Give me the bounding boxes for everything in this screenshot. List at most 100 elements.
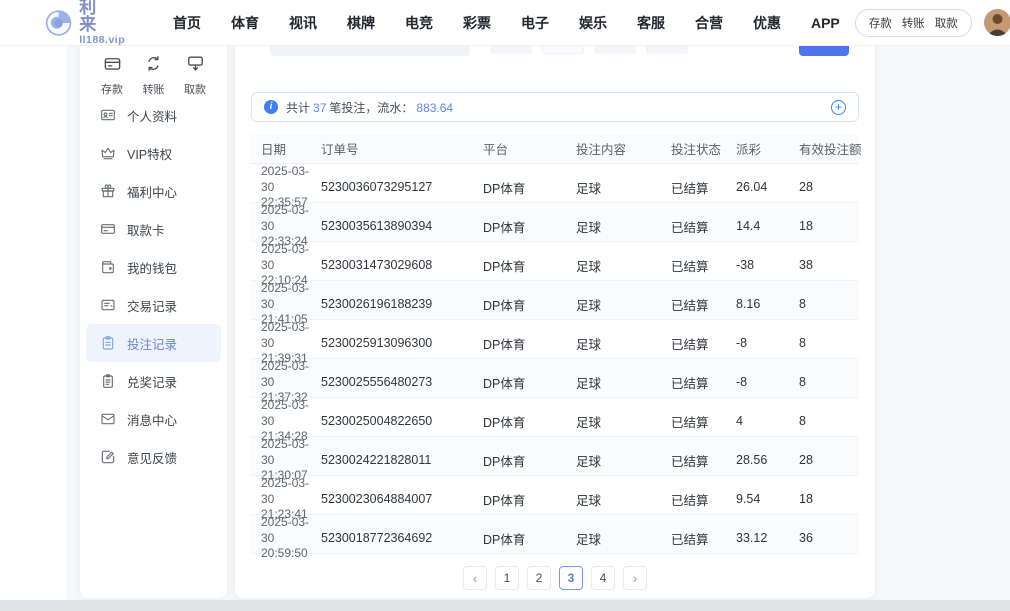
logo-title: 利 来 bbox=[79, 0, 130, 33]
column-header: 投注状态 bbox=[671, 139, 736, 158]
cell-platform: DP体育 bbox=[483, 451, 576, 470]
nav-item[interactable]: 优惠 bbox=[738, 13, 796, 33]
turnover-amount: 883.64 bbox=[413, 101, 456, 115]
pagination-prev[interactable]: ‹ bbox=[463, 566, 487, 590]
pagination-page-4[interactable]: 4 bbox=[591, 566, 615, 590]
content-area: 存款转账取款 个人资料VIP特权福利中心取款卡我的钱包交易记录投注记录兑奖记录消… bbox=[0, 46, 1010, 600]
cell-payout: 4 bbox=[736, 414, 799, 428]
sidebar-item-gift[interactable]: 福利中心 bbox=[86, 172, 221, 210]
idcard-icon bbox=[100, 107, 116, 123]
wallet-action[interactable]: 存款 bbox=[869, 15, 892, 31]
sidebar-item-feedback[interactable]: 意见反馈 bbox=[86, 438, 221, 476]
cell-platform: DP体育 bbox=[483, 217, 576, 236]
sidebar-item-label: 我的钱包 bbox=[127, 258, 177, 277]
expand-plus-icon[interactable]: + bbox=[831, 100, 846, 115]
cell-content: 足球 bbox=[576, 412, 671, 431]
top-header: 利 来 ll188.vip 首页体育视讯棋牌电竞彩票电子娱乐客服合营优惠APP … bbox=[0, 0, 1010, 46]
nav-item[interactable]: 合营 bbox=[680, 13, 738, 33]
nav-item[interactable]: 首页 bbox=[158, 13, 216, 33]
sidebar-item-transaction-record[interactable]: 交易记录 bbox=[86, 286, 221, 324]
cell-date: 2025-03-3020:59:50 bbox=[251, 515, 321, 562]
cell-content: 足球 bbox=[576, 529, 671, 548]
quick-action[interactable]: 取款 bbox=[180, 54, 210, 92]
avatar[interactable] bbox=[984, 9, 1010, 36]
cell-status: 已结算 bbox=[671, 295, 736, 314]
nav-item[interactable]: 彩票 bbox=[448, 13, 506, 33]
query-button[interactable] bbox=[799, 46, 849, 56]
sidebar-item-bet-record[interactable]: 投注记录 bbox=[86, 324, 221, 362]
cell-valid-bet: 18 bbox=[799, 492, 859, 506]
sidebar-item-crown[interactable]: VIP特权 bbox=[86, 134, 221, 172]
cell-payout: 9.54 bbox=[736, 492, 799, 506]
pagination-page-3[interactable]: 3 bbox=[559, 566, 583, 590]
cell-valid-bet: 28 bbox=[799, 180, 859, 194]
sidebar-quick-actions: 存款转账取款 bbox=[80, 54, 227, 92]
sidebar-item-wallet[interactable]: 我的钱包 bbox=[86, 248, 221, 286]
sidebar-item-message[interactable]: 消息中心 bbox=[86, 400, 221, 438]
nav-item[interactable]: 棋牌 bbox=[332, 13, 390, 33]
table-row: 2025-03-3021:41:055230026196188239DP体育足球… bbox=[251, 281, 859, 320]
transfer-icon bbox=[144, 54, 163, 78]
quick-action[interactable]: 转账 bbox=[139, 54, 169, 92]
sidebar-item-label: 福利中心 bbox=[127, 182, 177, 201]
pagination-page-1[interactable]: 1 bbox=[495, 566, 519, 590]
withdraw-icon bbox=[186, 54, 205, 78]
table-row: 2025-03-3021:37:325230025556480273DP体育足球… bbox=[251, 359, 859, 398]
cell-status: 已结算 bbox=[671, 334, 736, 353]
info-icon: i bbox=[264, 100, 278, 114]
table-row: 2025-03-3021:23:415230023064884007DP体育足球… bbox=[251, 476, 859, 515]
bankcard-icon bbox=[100, 221, 116, 237]
wallet-icon bbox=[100, 259, 116, 275]
wallet-action[interactable]: 取款 bbox=[935, 15, 958, 31]
nav-item[interactable]: 电竞 bbox=[390, 13, 448, 33]
sidebar-item-label: 交易记录 bbox=[127, 296, 177, 315]
cell-content: 足球 bbox=[576, 178, 671, 197]
nav-item[interactable]: 客服 bbox=[622, 13, 680, 33]
filter-option[interactable] bbox=[646, 46, 688, 54]
cell-status: 已结算 bbox=[671, 256, 736, 275]
filter-date-input[interactable] bbox=[270, 46, 470, 56]
cell-platform: DP体育 bbox=[483, 529, 576, 548]
summary-text: 共计37笔投注，流水：883.64 bbox=[286, 99, 456, 116]
filter-option[interactable] bbox=[542, 46, 584, 54]
wallet-action[interactable]: 转账 bbox=[902, 15, 925, 31]
cell-content: 足球 bbox=[576, 334, 671, 353]
filter-option[interactable] bbox=[490, 46, 532, 54]
quick-action[interactable]: 存款 bbox=[97, 54, 127, 92]
cell-payout: -8 bbox=[736, 336, 799, 350]
logo[interactable]: 利 来 ll188.vip bbox=[45, 0, 130, 46]
table-row: 2025-03-3021:30:075230024221828011DP体育足球… bbox=[251, 437, 859, 476]
feedback-icon bbox=[100, 449, 116, 465]
cell-order: 5230023064884007 bbox=[321, 492, 483, 506]
cell-order: 5230035613890394 bbox=[321, 219, 483, 233]
cell-content: 足球 bbox=[576, 490, 671, 509]
sidebar-item-bankcard[interactable]: 取款卡 bbox=[86, 210, 221, 248]
cell-status: 已结算 bbox=[671, 529, 736, 548]
cell-content: 足球 bbox=[576, 373, 671, 392]
pagination: ‹ 1234 › bbox=[251, 566, 859, 590]
pagination-page-2[interactable]: 2 bbox=[527, 566, 551, 590]
filter-quick-options bbox=[490, 46, 688, 54]
sidebar-item-label: 取款卡 bbox=[127, 220, 165, 239]
nav-item[interactable]: 娱乐 bbox=[564, 13, 622, 33]
nav-item[interactable]: 电子 bbox=[506, 13, 564, 33]
nav-item[interactable]: 体育 bbox=[216, 13, 274, 33]
cell-content: 足球 bbox=[576, 451, 671, 470]
pagination-next[interactable]: › bbox=[623, 566, 647, 590]
column-header: 订单号 bbox=[321, 139, 483, 158]
cell-valid-bet: 8 bbox=[799, 414, 859, 428]
filter-option[interactable] bbox=[594, 46, 636, 54]
crown-icon bbox=[100, 145, 116, 161]
sidebar-item-prize-record[interactable]: 兑奖记录 bbox=[86, 362, 221, 400]
sidebar-item-label: 意见反馈 bbox=[127, 448, 177, 467]
column-header: 平台 bbox=[483, 139, 576, 158]
summary-bar: i 共计37笔投注，流水：883.64 + bbox=[251, 92, 859, 122]
sidebar-item-idcard[interactable]: 个人资料 bbox=[86, 96, 221, 134]
bet-records-table: 日期订单号平台投注内容投注状态派彩有效投注额 2025-03-3022:35:5… bbox=[251, 134, 859, 554]
bet-record-icon bbox=[100, 335, 116, 351]
nav-item[interactable]: 视讯 bbox=[274, 13, 332, 33]
column-header: 投注内容 bbox=[576, 139, 671, 158]
nav-item[interactable]: APP bbox=[796, 15, 855, 31]
sidebar: 存款转账取款 个人资料VIP特权福利中心取款卡我的钱包交易记录投注记录兑奖记录消… bbox=[80, 46, 227, 598]
cell-platform: DP体育 bbox=[483, 334, 576, 353]
